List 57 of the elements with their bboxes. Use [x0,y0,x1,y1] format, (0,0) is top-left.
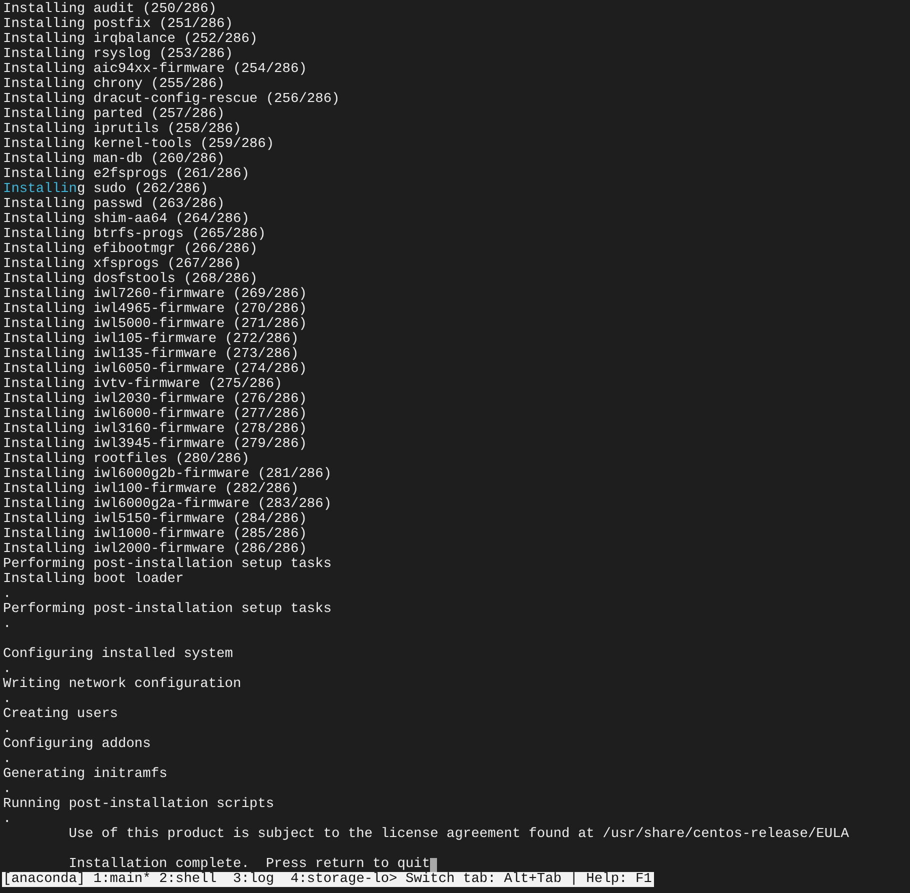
terminal-line: Performing post-installation setup tasks [3,557,332,572]
terminal-line: Installing iwl7260-firmware (269/286) [3,287,307,302]
terminal-line: Installing kernel-tools (259/286) [3,137,274,152]
terminal-line: Installing iwl3160-firmware (278/286) [3,422,307,437]
terminal-line: Installing parted (257/286) [3,107,225,122]
terminal-line: . [3,692,12,707]
terminal-line: Installing iwl5000-firmware (271/286) [3,317,307,332]
terminal-line: Installing iwl6000-firmware (277/286) [3,407,307,422]
terminal-line: Configuring addons [3,737,151,752]
terminal-line: Installing iwl6050-firmware (274/286) [3,362,307,377]
terminal-line: . [3,662,12,677]
terminal-line: Installing e2fsprogs (261/286) [3,167,250,182]
terminal-line: Installing boot loader [3,572,184,587]
terminal-line: Installing iwl6000g2a-firmware (283/286) [3,497,332,512]
terminal-line: Installing iwl2000-firmware (286/286) [3,542,307,557]
terminal-line: Installing ivtv-firmware (275/286) [3,377,282,392]
terminal-line: Installing dosfstools (268/286) [3,272,258,287]
terminal-line: Installing chrony (255/286) [3,77,225,92]
terminal-line: Configuring installed system [3,647,233,662]
terminal-line: Installing iwl2030-firmware (276/286) [3,392,307,407]
terminal-line: Installing audit (250/286) [3,2,217,17]
terminal-line: Installing efibootmgr (266/286) [3,242,258,257]
terminal-line: Performing post-installation setup tasks [3,602,332,617]
terminal-line: Installing iwl1000-firmware (285/286) [3,527,307,542]
terminal-line: Installing dracut-config-rescue (256/286) [3,92,340,107]
terminal-line: . [3,812,12,827]
terminal-line: Running post-installation scripts [3,797,274,812]
terminal-line: Installing passwd (263/286) [3,197,225,212]
terminal-line: Installing rootfiles (280/286) [3,452,250,467]
terminal-line: Installing iwl5150-firmware (284/286) [3,512,307,527]
terminal-line: Installing shim-aa64 (264/286) [3,212,250,227]
terminal-line: . [3,752,12,767]
terminal-line: Installing iprutils (258/286) [3,122,242,137]
tmux-status-bar: [anaconda] 1:main* 2:shell 3:log 4:storage-lo> Switch tab: Alt+Tab | Help: F1 [2,872,654,887]
terminal-line: Installing btrfs-progs (265/286) [3,227,266,242]
terminal-line: Use of this product is subject to the license agreement found at /usr/share/centos-release/EULA [68,827,850,842]
terminal-line: Generating initramfs [3,767,168,782]
terminal-line: Installing iwl3945-firmware (279/286) [3,437,307,452]
terminal-line: Installing man-db (260/286) [3,152,225,167]
terminal-line: . [3,617,12,632]
terminal-line: Installing iwl6000g2b-firmware (281/286) [3,467,332,482]
terminal-line: Installing aic94xx-firmware (254/286) [3,62,307,77]
terminal-line: . [3,722,12,737]
terminal-line: Writing network configuration [3,677,242,692]
terminal-line: Creating users [3,707,118,722]
terminal-line: Installing iwl100-firmware (282/286) [3,482,299,497]
terminal-line: Installation complete. Press return to quit [68,857,430,872]
terminal-line: Installing irqbalance (252/286) [3,32,258,47]
terminal-line: Installing rsyslog (253/286) [3,47,233,62]
terminal-line: Installing iwl105-firmware (272/286) [3,332,299,347]
terminal-line: Installing sudo (262/286) [3,182,208,197]
terminal-line: Installing postfix (251/286) [3,17,233,32]
terminal-line: . [3,587,12,602]
terminal-line: . [3,782,12,797]
terminal-line: Installing iwl4965-firmware (270/286) [3,302,307,317]
terminal-line: Installing xfsprogs (267/286) [3,257,242,272]
terminal-line: Installing iwl135-firmware (273/286) [3,347,299,362]
